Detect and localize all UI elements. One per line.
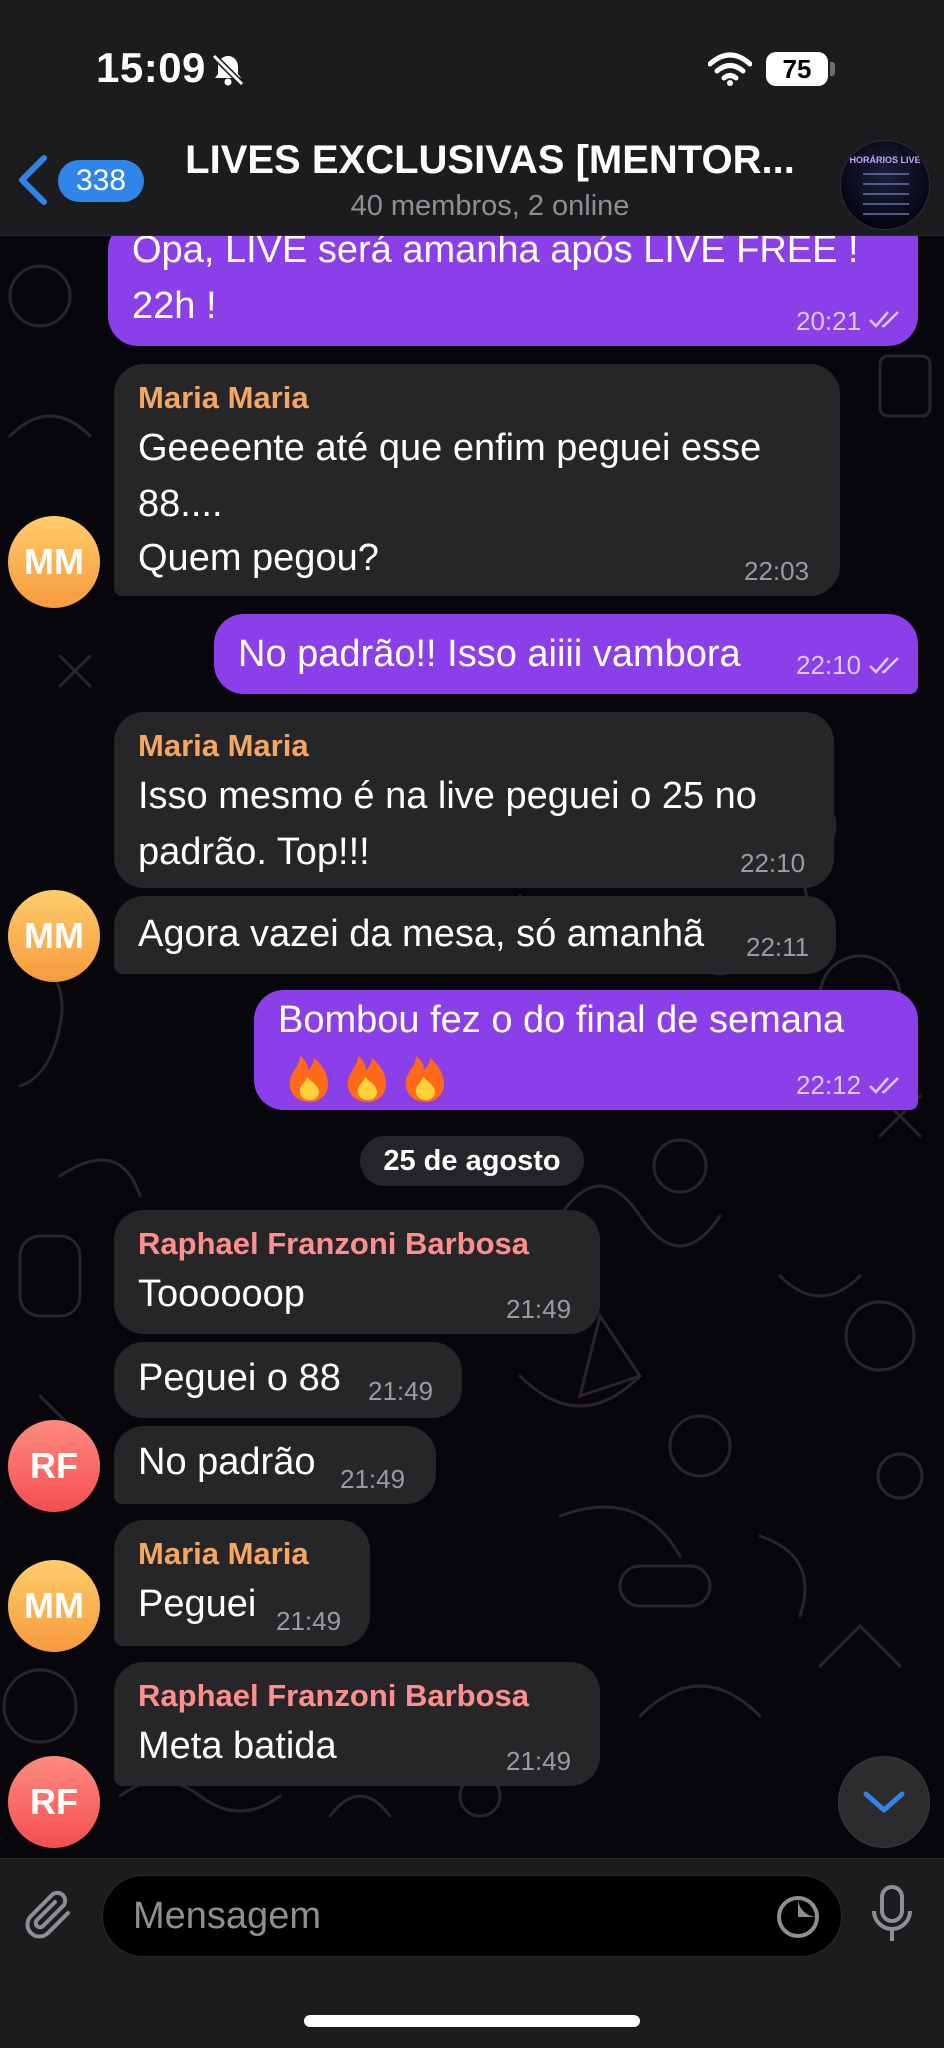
sender-name[interactable]: Maria Maria [138, 728, 309, 764]
avatar[interactable]: RF [8, 1756, 100, 1848]
message-bubble-outgoing[interactable]: No padrão!! Isso aiiii vambora 22:10 [214, 614, 918, 694]
message-bubble-incoming[interactable]: Maria Maria Isso mesmo é na live peguei … [114, 712, 834, 888]
message-input-field[interactable] [102, 1875, 842, 1957]
message-text: Meta batida [138, 1725, 337, 1767]
wifi-icon [708, 52, 752, 86]
message-time: 21:49 [506, 1746, 572, 1776]
message-text: Isso mesmo é na live peguei o 25 no [138, 775, 757, 817]
battery-indicator: 75 [766, 52, 828, 86]
avatar[interactable]: MM [8, 516, 100, 608]
message-time: 21:49 [506, 1294, 572, 1324]
message-text: Toooooop [138, 1273, 305, 1315]
sender-name[interactable]: Raphael Franzoni Barbosa [138, 1678, 529, 1714]
read-receipt-icon [869, 1077, 899, 1094]
chevron-down-icon [863, 1791, 905, 1813]
chat-subtitle: 40 membros, 2 online [350, 190, 630, 222]
status-time: 15:09 [96, 44, 206, 91]
top-bar: 15:09 75 338 LIVES EXCLUSIVAS [MENTOR...… [0, 0, 944, 236]
message-time: 22:12 [796, 1070, 862, 1100]
message-bubble-incoming[interactable]: Peguei o 88 21:49 [114, 1342, 462, 1418]
chat-title[interactable]: LIVES EXCLUSIVAS [MENTOR... [180, 138, 800, 183]
avatar[interactable]: MM [8, 1560, 100, 1652]
message-text: Geeeente até que enfim peguei esse [138, 427, 762, 469]
paperclip-icon[interactable] [24, 1889, 80, 1945]
unread-count-badge[interactable]: 338 [58, 160, 144, 202]
message-text: 88.... [138, 483, 223, 525]
message-time: 21:49 [276, 1606, 342, 1636]
microphone-icon[interactable] [868, 1883, 916, 1947]
fire-emoji-icons [289, 1056, 444, 1102]
sender-name[interactable]: Raphael Franzoni Barbosa [138, 1226, 529, 1262]
message-time: 22:11 [746, 932, 810, 962]
message-text: Quem pegou? [138, 537, 379, 579]
message-text: padrão. Top!!! [138, 831, 370, 873]
message-bubble-incoming[interactable]: Agora vazei da mesa, só amanhã 22:11 [114, 896, 836, 974]
read-receipt-icon [869, 311, 899, 328]
avatar[interactable]: MM [8, 890, 100, 982]
message-input[interactable] [133, 1890, 753, 1942]
message-time: 21:49 [340, 1464, 406, 1494]
sender-name[interactable]: Maria Maria [138, 1536, 309, 1572]
scroll-to-bottom-button[interactable] [838, 1756, 930, 1848]
battery-tip [830, 62, 835, 76]
sender-name[interactable]: Maria Maria [138, 380, 309, 416]
message-time: 22:10 [796, 650, 862, 680]
date-separator: 25 de agosto [360, 1136, 584, 1186]
message-text: No padrão [138, 1441, 316, 1483]
home-indicator [304, 2015, 640, 2027]
message-time: 22:10 [740, 848, 806, 878]
message-text: Peguei o 88 [138, 1357, 341, 1399]
message-text: Agora vazei da mesa, só amanhã [138, 913, 705, 955]
message-bubble-incoming[interactable]: Maria Maria Geeeente até que enfim pegue… [114, 364, 840, 596]
avatar[interactable]: RF [8, 1420, 100, 1512]
sticker-icon[interactable] [775, 1894, 821, 1940]
message-time: 20:21 [796, 306, 862, 336]
message-text: No padrão!! Isso aiiii vambora [238, 633, 741, 675]
back-chevron-icon[interactable] [14, 152, 50, 208]
message-bubble-incoming[interactable]: Maria Maria Peguei 21:49 [114, 1520, 370, 1646]
message-text: Bombou fez o do final de semana [278, 999, 845, 1041]
message-bubble-outgoing[interactable]: Opa, LIVE será amanha após LIVE FREE ! 2… [108, 220, 918, 346]
message-time: 21:49 [368, 1376, 434, 1406]
message-text: Peguei [138, 1583, 257, 1625]
message-bubble-incoming[interactable]: Raphael Franzoni Barbosa Meta batida 21:… [114, 1662, 600, 1786]
group-avatar-title: HORÁRIOS LIVE [849, 155, 921, 165]
message-bubble-incoming[interactable]: No padrão 21:49 [114, 1426, 436, 1504]
message-time: 22:03 [744, 556, 810, 586]
message-text: 22h ! [132, 285, 217, 327]
read-receipt-icon [869, 657, 899, 674]
message-bubble-incoming[interactable]: Raphael Franzoni Barbosa Toooooop 21:49 [114, 1210, 600, 1334]
group-avatar[interactable]: HORÁRIOS LIVE [840, 140, 930, 230]
bell-off-icon [211, 53, 245, 87]
